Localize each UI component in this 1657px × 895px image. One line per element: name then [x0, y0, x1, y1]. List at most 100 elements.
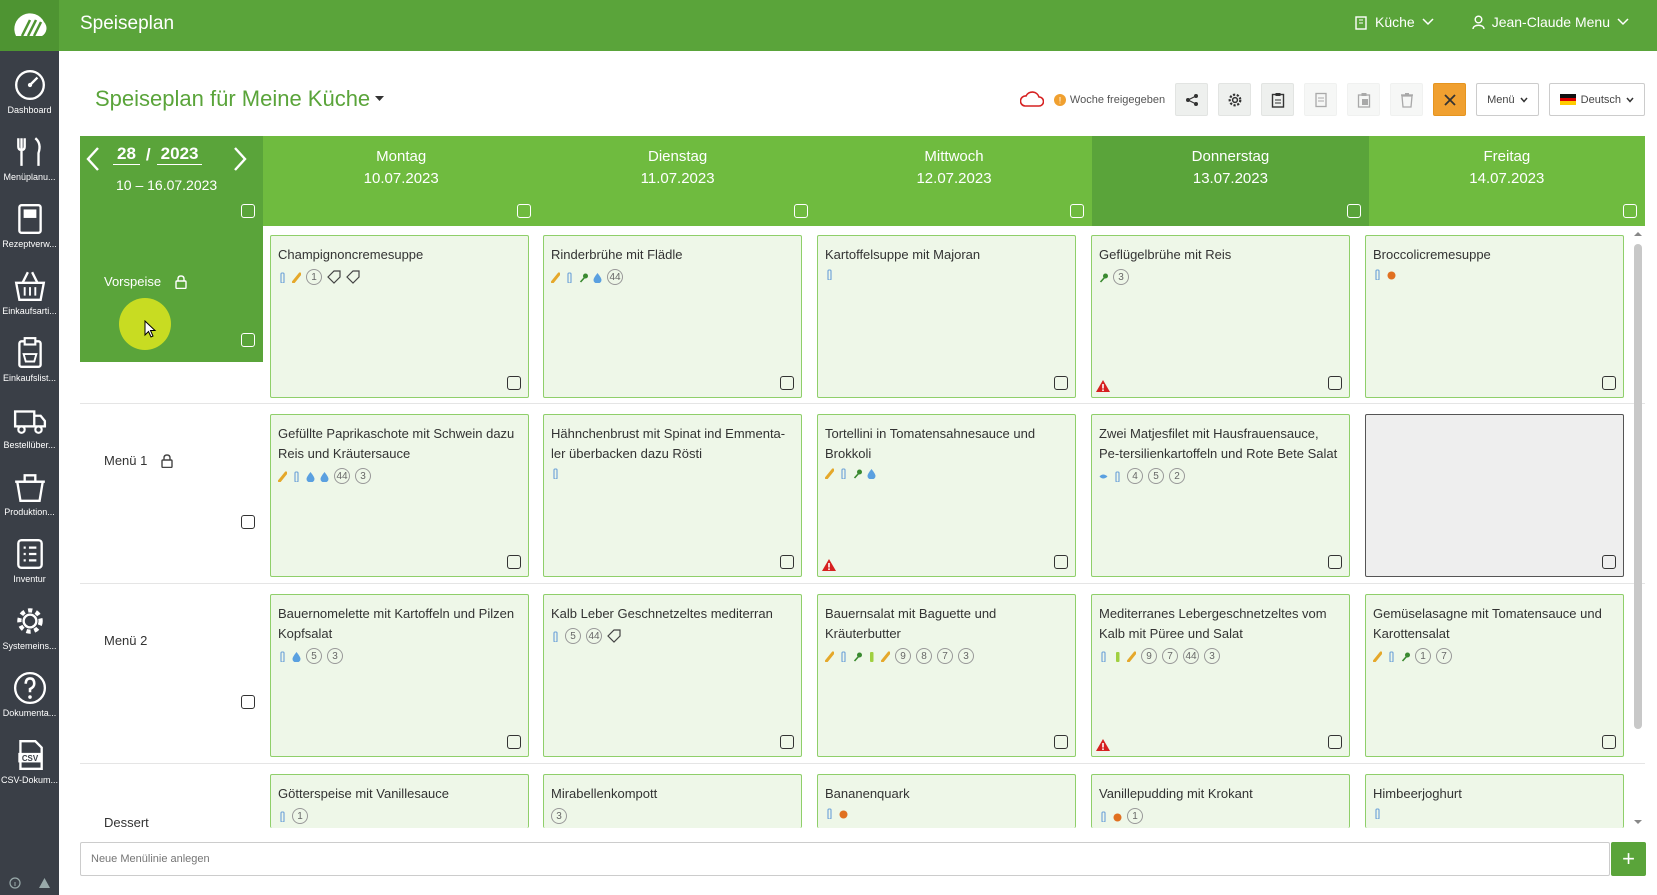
menu-cell[interactable]: [1365, 414, 1624, 577]
cell-checkbox[interactable]: [1602, 376, 1616, 390]
menu-cell[interactable]: Mediterranes Lebergeschnetzeltes vom Kal…: [1091, 594, 1350, 757]
menu-cell[interactable]: Broccolicremesuppe: [1365, 235, 1624, 398]
dish-title: Kartoffelsuppe mit Majoran: [825, 247, 981, 262]
menu-cell[interactable]: Gemüselasagne mit Tomatensauce und Karot…: [1365, 594, 1624, 757]
row-label-menue-2[interactable]: Menü 2: [80, 585, 263, 765]
day-name: Dienstag: [648, 148, 708, 165]
warning-icon[interactable]: [38, 877, 51, 889]
grid-scrollbar[interactable]: [1633, 230, 1643, 826]
row-name: Dessert: [104, 815, 149, 828]
cell-checkbox[interactable]: [1328, 555, 1342, 569]
day-name: Freitag: [1483, 148, 1531, 165]
row-label-dessert[interactable]: Dessert: [80, 765, 263, 828]
row-divider: [80, 763, 1645, 764]
settings-button[interactable]: [1218, 83, 1252, 116]
user-menu[interactable]: Jean-Claude Menu: [1472, 14, 1629, 30]
co2-indicator[interactable]: [1019, 91, 1044, 108]
sidebar-item-inventory-list[interactable]: Inventur: [0, 520, 59, 587]
chevron-down-icon: [1626, 97, 1634, 103]
cell-checkbox[interactable]: [507, 735, 521, 749]
menu-cell[interactable]: Kartoffelsuppe mit Majoran: [817, 235, 1076, 398]
page-title[interactable]: Speiseplan für Meine Küche: [95, 86, 385, 112]
cell-checkbox[interactable]: [1602, 735, 1616, 749]
sidebar-item-fork-knife[interactable]: Menüplanu...: [0, 118, 59, 185]
lock-icon[interactable]: [161, 453, 174, 468]
new-menu-line-input[interactable]: [80, 842, 1610, 876]
menu-cell[interactable]: Himbeerjoghurt: [1365, 774, 1624, 828]
clipboard-button[interactable]: [1261, 83, 1295, 116]
row-checkbox[interactable]: [241, 333, 255, 347]
day-checkbox[interactable]: [1623, 204, 1638, 218]
day-checkbox[interactable]: [1070, 204, 1085, 218]
day-checkbox[interactable]: [517, 204, 532, 218]
menu-cell[interactable]: Bauernomelette mit Kartoffeln und Pilzen…: [270, 594, 529, 757]
day-date: 14.07.2023: [1469, 170, 1545, 187]
row-label-menue-1[interactable]: Menü 1: [80, 405, 263, 585]
menu-cell[interactable]: Hähnchenbrust mit Spinat ind Emmenta-ler…: [543, 414, 802, 577]
sidebar-item-basket[interactable]: Einkaufsarti...: [0, 252, 59, 319]
gear-icon: [16, 608, 43, 634]
language-select[interactable]: Deutsch: [1548, 83, 1645, 116]
week-checkbox[interactable]: [241, 204, 255, 218]
info-circle-icon[interactable]: [8, 877, 21, 889]
row-label-vorspeise[interactable]: Vorspeise: [80, 226, 263, 362]
close-button[interactable]: [1433, 83, 1467, 116]
cell-checkbox[interactable]: [1054, 376, 1068, 390]
cell-checkbox[interactable]: [1054, 555, 1068, 569]
paste-button[interactable]: [1347, 83, 1381, 116]
add-menu-line-button[interactable]: +: [1611, 842, 1646, 876]
row-checkbox[interactable]: [241, 695, 255, 709]
cell-checkbox[interactable]: [1328, 376, 1342, 390]
scroll-up-icon[interactable]: [1633, 230, 1643, 238]
week-year[interactable]: 2023: [156, 144, 203, 165]
sidebar-item-dashboard[interactable]: Dashboard: [0, 51, 59, 118]
cell-checkbox[interactable]: [507, 555, 521, 569]
menu-cell[interactable]: Vanillepudding mit Krokant 1: [1091, 774, 1350, 828]
sidebar-item-label: Einkaufslist...: [2, 373, 57, 383]
day-name: Montag: [376, 148, 427, 165]
sidebar-item-gear[interactable]: Systemeins...: [0, 587, 59, 654]
copy-button[interactable]: [1304, 83, 1338, 116]
scrollbar-thumb[interactable]: [1634, 244, 1642, 729]
menu-cell[interactable]: Götterspeise mit Vanillesauce 1: [270, 774, 529, 828]
sidebar-item-help[interactable]: Dokumenta...: [0, 654, 59, 721]
sidebar-item-production-pot[interactable]: Produktion...: [0, 453, 59, 520]
lock-icon[interactable]: [175, 274, 187, 289]
cell-checkbox[interactable]: [507, 376, 521, 390]
menu-cell[interactable]: Bauernsalat mit Baguette und Kräuterbutt…: [817, 594, 1076, 757]
menu-select[interactable]: Menü: [1476, 83, 1539, 116]
row-checkbox[interactable]: [241, 515, 255, 529]
cell-checkbox[interactable]: [1602, 555, 1616, 569]
scroll-down-icon[interactable]: [1633, 818, 1643, 826]
menu-cell[interactable]: Geflügelbrühe mit Reis 3: [1091, 235, 1350, 398]
day-checkbox[interactable]: [1346, 204, 1361, 218]
sidebar-item-recipe-book[interactable]: Rezeptverw...: [0, 185, 59, 252]
next-week-icon[interactable]: [233, 146, 247, 180]
milk-bottle-icon: [1101, 810, 1106, 822]
day-checkbox[interactable]: [793, 204, 808, 218]
warning-triangle-icon: [1096, 739, 1110, 751]
cell-checkbox[interactable]: [780, 376, 794, 390]
kitchen-selector[interactable]: Küche: [1354, 14, 1434, 30]
menu-cell[interactable]: Kalb Leber Geschnetzeltes mediterran 5 44: [543, 594, 802, 757]
menu-cell[interactable]: Rinderbrühe mit Flädle 44: [543, 235, 802, 398]
cell-checkbox[interactable]: [1328, 735, 1342, 749]
menu-cell[interactable]: Bananenquark: [817, 774, 1076, 828]
delete-button[interactable]: [1390, 83, 1424, 116]
cell-checkbox[interactable]: [780, 735, 794, 749]
menu-cell[interactable]: Mirabellenkompott 3: [543, 774, 802, 828]
menu-cell[interactable]: Champignoncremesuppe 1: [270, 235, 529, 398]
cell-checkbox[interactable]: [780, 555, 794, 569]
prev-week-icon[interactable]: [86, 146, 100, 180]
sidebar-item-truck[interactable]: Bestellüber...: [0, 386, 59, 453]
cell-checkbox[interactable]: [1054, 735, 1068, 749]
logo[interactable]: [0, 0, 59, 51]
sidebar-item-csv-file[interactable]: CSV CSV-Dokum...: [0, 721, 59, 788]
week-number[interactable]: 28: [113, 144, 140, 165]
share-button[interactable]: [1175, 83, 1209, 116]
menu-cell[interactable]: Tortellini in Tomatensahnesauce und Brok…: [817, 414, 1076, 577]
menu-cell[interactable]: Zwei Matjesfilet mit Hausfrauensauce, Pe…: [1091, 414, 1350, 577]
menu-cell[interactable]: Gefüllte Paprikaschote mit Schwein dazu …: [270, 414, 529, 577]
allergen-row: 9873: [825, 648, 1068, 664]
sidebar-item-shopping-list[interactable]: Einkaufslist...: [0, 319, 59, 386]
